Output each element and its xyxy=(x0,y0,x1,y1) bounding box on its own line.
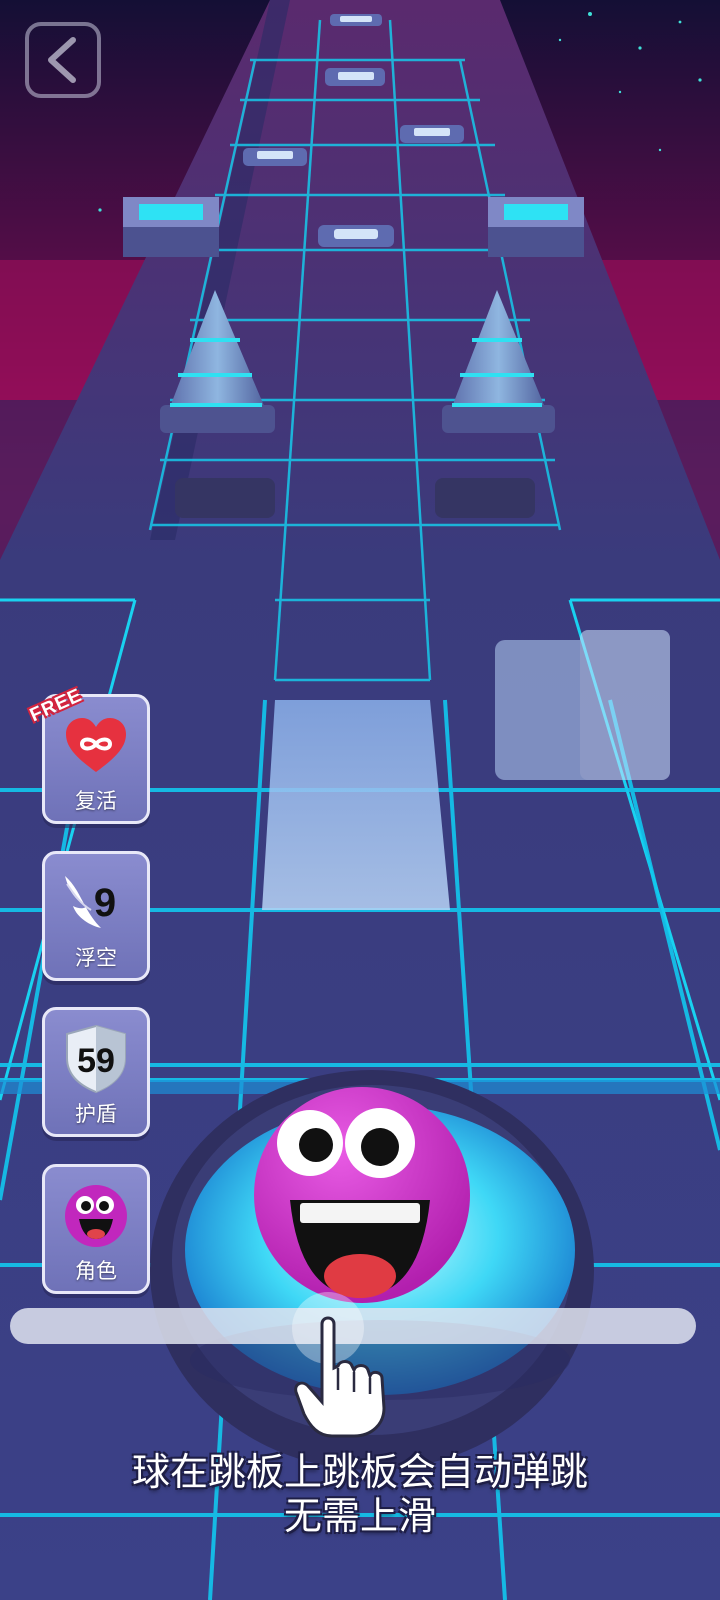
powerup-shield-button[interactable]: 59 护盾 xyxy=(42,1007,150,1137)
powerup-character-button[interactable]: 角色 xyxy=(42,1164,150,1294)
powerup-label: 复活 xyxy=(75,789,117,813)
chevron-left-icon xyxy=(48,37,76,83)
character-face-icon xyxy=(59,1179,133,1253)
infinity-heart-icon xyxy=(59,709,133,783)
shield-icon: 59 xyxy=(59,1022,133,1096)
powerup-revive-button[interactable]: FREE 复活 xyxy=(27,685,150,824)
tutorial-hint-line2: 无需上滑 xyxy=(283,1494,436,1538)
float-count: 9 xyxy=(94,881,116,925)
pointing-hand-icon xyxy=(292,1292,386,1438)
shield-count: 59 xyxy=(77,1042,115,1080)
powerup-label: 角色 xyxy=(75,1259,117,1283)
back-button[interactable] xyxy=(25,22,101,98)
player-ball xyxy=(254,1087,470,1303)
powerup-float-button[interactable]: 9 浮空 xyxy=(42,851,150,981)
powerup-label: 浮空 xyxy=(75,946,117,970)
powerup-label: 护盾 xyxy=(75,1102,117,1126)
wing-icon: 9 xyxy=(59,866,133,940)
tutorial-hint-line1: 球在跳板上跳板会自动弹跳 xyxy=(131,1450,588,1494)
